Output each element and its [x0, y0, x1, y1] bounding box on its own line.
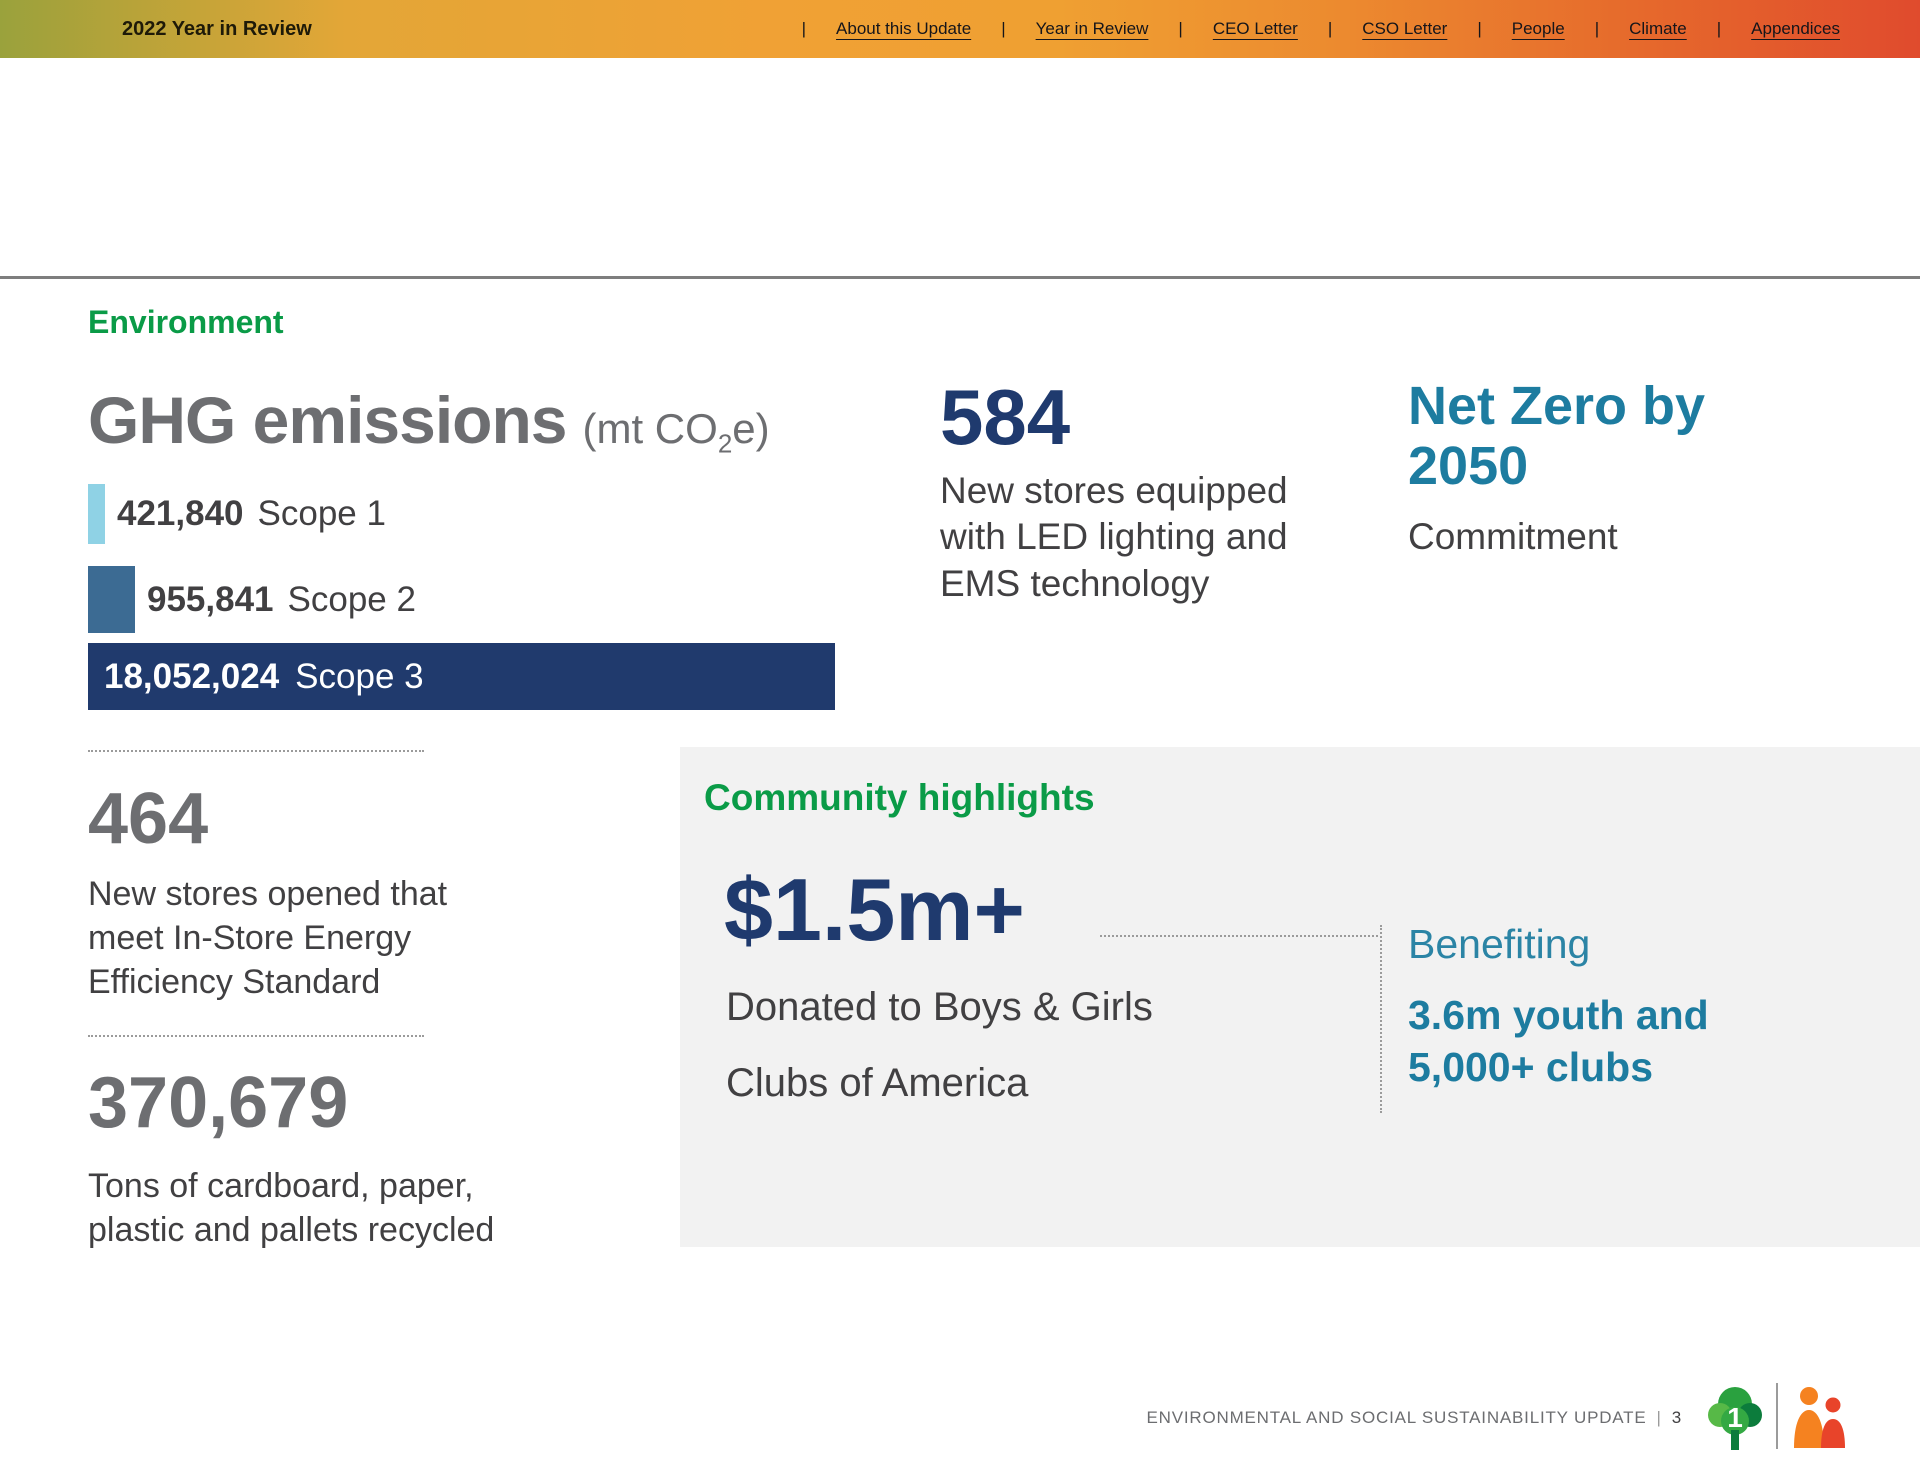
- stat-led-value: 584: [940, 372, 1070, 463]
- footer-separator: |: [1657, 1408, 1662, 1427]
- nav-link-about-this-update[interactable]: About this Update: [836, 19, 971, 39]
- ghg-emissions-title: GHG emissions (mt CO2e): [88, 382, 770, 459]
- scope3-value: 18,052,024: [104, 657, 279, 697]
- footer-logos: 1: [1706, 1378, 1848, 1454]
- dotted-divider: [88, 750, 424, 752]
- stat-recycled-desc: Tons of cardboard, paper, plastic and pa…: [88, 1164, 558, 1252]
- family-dollar-logo: [1790, 1384, 1848, 1448]
- stat-new-stores-value: 464: [88, 778, 208, 860]
- scope2-value: 955,841: [147, 580, 274, 620]
- nav-separator: |: [1178, 19, 1182, 39]
- scope1-label: Scope 1: [258, 494, 386, 534]
- dotted-vertical-divider: [1380, 925, 1382, 1113]
- community-section-label: Community highlights: [704, 777, 1095, 819]
- page-number: 3: [1672, 1408, 1682, 1427]
- nav-link-year-in-review[interactable]: Year in Review: [1036, 19, 1149, 39]
- nav-link-climate[interactable]: Climate: [1629, 19, 1687, 39]
- top-nav-bar: 2022 Year in Review | About this Update …: [0, 0, 1920, 58]
- community-highlights-panel: Community highlights $1.5m+ Donated to B…: [680, 747, 1920, 1247]
- logo-divider: [1776, 1383, 1778, 1449]
- section-divider: [0, 276, 1920, 279]
- footer-label: ENVIRONMENTAL AND SOCIAL SUSTAINABILITY …: [1147, 1408, 1647, 1427]
- nav-link-people[interactable]: People: [1512, 19, 1565, 39]
- dotted-divider: [88, 1035, 424, 1037]
- ghg-chart-row-scope2: 955,841 Scope 2: [88, 566, 416, 633]
- scope2-bar: [88, 566, 135, 633]
- footer-caption: ENVIRONMENTAL AND SOCIAL SUSTAINABILITY …: [1147, 1408, 1682, 1428]
- stat-led-desc: New stores equipped with LED lighting an…: [940, 468, 1340, 607]
- report-title: 2022 Year in Review: [122, 0, 312, 58]
- ghg-unit-subscript: 2: [718, 428, 732, 458]
- community-donation-desc: Donated to Boys & Girls Clubs of America: [726, 969, 1266, 1121]
- dotted-divider: [1100, 935, 1378, 937]
- nav-link-ceo-letter[interactable]: CEO Letter: [1213, 19, 1298, 39]
- scope1-value: 421,840: [117, 494, 244, 534]
- ghg-unit-close: e): [732, 405, 769, 452]
- stat-new-stores-desc: New stores opened that meet In-Store Ene…: [88, 872, 508, 1005]
- scope3-bar: 18,052,024 Scope 3: [88, 643, 835, 710]
- environment-section-label: Environment: [88, 304, 284, 341]
- ghg-title-text: GHG emissions: [88, 383, 567, 457]
- stat-recycled-value: 370,679: [88, 1062, 348, 1144]
- net-zero-subtitle: Commitment: [1408, 516, 1618, 558]
- nav-separator: |: [1717, 19, 1721, 39]
- ghg-unit-open: (mt CO: [583, 405, 718, 452]
- scope3-label: Scope 3: [295, 657, 423, 697]
- scope1-bar: [88, 484, 105, 544]
- nav-link-appendices[interactable]: Appendices: [1751, 19, 1840, 39]
- community-donation-amount: $1.5m+: [724, 859, 1025, 961]
- ghg-chart-row-scope1: 421,840 Scope 1: [88, 484, 386, 544]
- nav-separator: |: [1001, 19, 1005, 39]
- nav-separator: |: [1477, 19, 1481, 39]
- ghg-unit: (mt CO2e): [583, 405, 770, 452]
- nav-separator: |: [1595, 19, 1599, 39]
- scope2-label: Scope 2: [288, 580, 416, 620]
- dollar-tree-logo: 1: [1706, 1380, 1764, 1452]
- nav-link-cso-letter[interactable]: CSO Letter: [1362, 19, 1447, 39]
- nav-separator: |: [802, 19, 806, 39]
- net-zero-title: Net Zero by 2050: [1408, 376, 1708, 497]
- community-benefit-label: Benefiting: [1408, 921, 1590, 968]
- svg-text:1: 1: [1727, 1402, 1743, 1433]
- top-nav: | About this Update | Year in Review | C…: [802, 0, 1840, 58]
- report-page: 2022 Year in Review | About this Update …: [0, 0, 1920, 1474]
- nav-separator: |: [1328, 19, 1332, 39]
- community-benefit-value: 3.6m youth and 5,000+ clubs: [1408, 989, 1808, 1094]
